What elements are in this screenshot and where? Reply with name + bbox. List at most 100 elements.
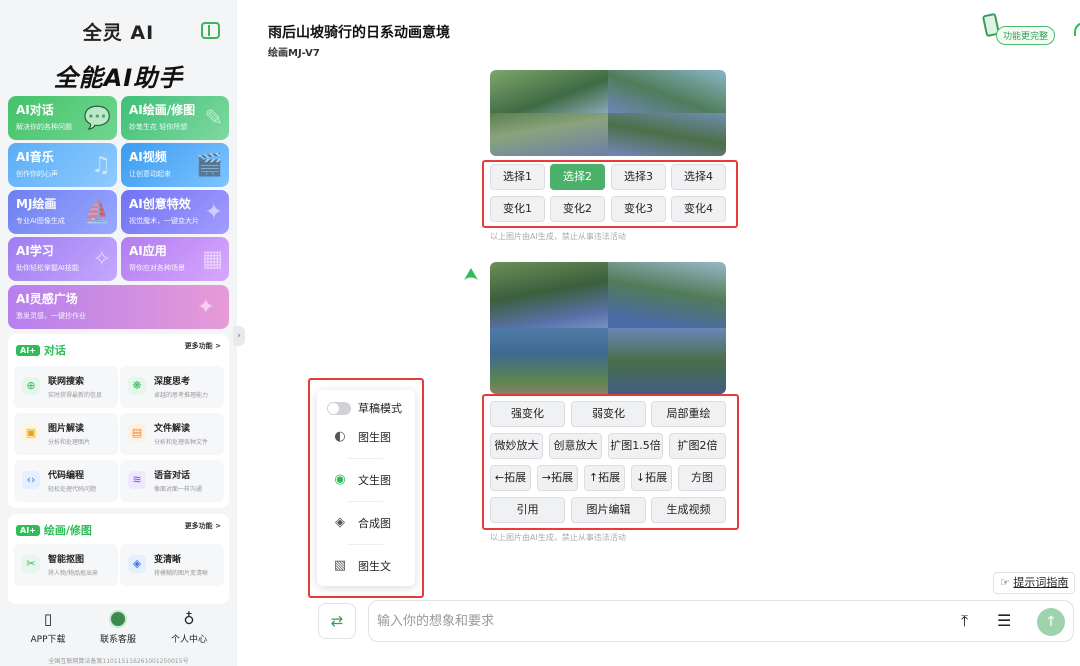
feature-title: 深度思考 bbox=[154, 377, 191, 387]
variation-2-button[interactable]: 变化2 bbox=[550, 196, 605, 222]
card-ai-learning[interactable]: AI学习 助你轻松掌握AI技能 ✧ bbox=[8, 237, 117, 281]
globe-icon: ⊕ bbox=[22, 377, 40, 395]
feature-subtitle: 分析和处理图片 bbox=[48, 439, 91, 446]
full-features-badge[interactable]: 功能更完整 bbox=[978, 12, 1056, 45]
ai-plus-tag: AI+ bbox=[16, 524, 40, 536]
toggle-switch[interactable] bbox=[327, 401, 351, 415]
layers-icon: ◈ bbox=[335, 515, 345, 530]
select-1-button[interactable]: 选择1 bbox=[490, 164, 545, 190]
image-tile[interactable] bbox=[608, 70, 726, 113]
feature-web-search[interactable]: ⊕ 联网搜索 实时获得最新的信息 bbox=[14, 366, 118, 408]
pan-right-button[interactable]: →拓展 bbox=[537, 465, 578, 491]
apps-grid-icon: ▦ bbox=[202, 247, 223, 272]
feature-image-reading[interactable]: ▣ 图片解读 分析和处理图片 bbox=[14, 413, 118, 455]
image-tile[interactable] bbox=[608, 262, 726, 328]
card-ai-music[interactable]: AI音乐 创作你的心声 ♫ bbox=[8, 143, 117, 187]
send-button[interactable]: ↑ bbox=[1037, 608, 1065, 636]
image-grid-2[interactable] bbox=[490, 262, 726, 394]
mode-image-to-image[interactable]: ◐ 图生图 bbox=[331, 428, 391, 446]
chat-title: 雨后山坡骑行的日系动画意境 bbox=[268, 25, 450, 41]
card-ai-inspiration[interactable]: AI灵感广场 激发灵感，一键抄作业 ✦ bbox=[8, 285, 229, 329]
brain-icon: ❋ bbox=[128, 377, 146, 395]
feature-smart-cutout[interactable]: ✂ 智能抠图 将人物/物品抠出来 bbox=[14, 544, 118, 586]
variation-4-button[interactable]: 变化4 bbox=[671, 196, 726, 222]
upload-icon[interactable]: ⤒ bbox=[961, 611, 968, 631]
mode-image-to-text[interactable]: ▧ 图生文 bbox=[331, 557, 391, 575]
image-edit-button[interactable]: 图片编辑 bbox=[571, 497, 646, 523]
outpaint-1-5x-button[interactable]: 扩图1.5倍 bbox=[608, 433, 663, 459]
mode-label: 文生图 bbox=[358, 474, 391, 487]
sailboat-icon: ⛵ bbox=[83, 200, 111, 225]
pan-down-button[interactable]: ↓拓展 bbox=[631, 465, 672, 491]
prompt-guide-label: 提示词指南 bbox=[1013, 576, 1069, 589]
select-4-button[interactable]: 选择4 bbox=[671, 164, 726, 190]
variation-1-button[interactable]: 变化1 bbox=[490, 196, 545, 222]
card-subtitle: 激发灵感，一键抄作业 bbox=[16, 312, 86, 320]
more-features-link[interactable]: 更多功能 > bbox=[185, 521, 221, 531]
creative-upscale-button[interactable]: 创意放大 bbox=[549, 433, 602, 459]
image-tile[interactable] bbox=[490, 328, 608, 394]
prompt-input[interactable] bbox=[377, 610, 937, 632]
feature-coding[interactable]: ‹› 代码编程 轻松处理代码问题 bbox=[14, 460, 118, 502]
card-ai-painting[interactable]: AI绘画/修图 妙笔生花 轻你所想 ✎ bbox=[121, 96, 229, 140]
ai-disclaimer: 以上图片由AI生成，禁止从事违法活动 bbox=[490, 533, 626, 542]
prompt-input-box: ⤒ ☰ ↑ bbox=[368, 600, 1074, 642]
section-header: AI+ 绘画/修图 bbox=[16, 522, 92, 538]
card-ai-apps[interactable]: AI应用 帮你应对各种场景 ▦ bbox=[121, 237, 229, 281]
image-tile[interactable] bbox=[490, 70, 608, 113]
bot-logo-icon bbox=[464, 268, 478, 280]
model-label: 绘画MJ-V7 bbox=[268, 48, 320, 59]
divider bbox=[347, 544, 383, 545]
outpaint-2x-button[interactable]: 扩图2倍 bbox=[669, 433, 726, 459]
square-button[interactable]: 方图 bbox=[678, 465, 726, 491]
feature-file-reading[interactable]: ▤ 文件解读 分析和处理各种文件 bbox=[120, 413, 224, 455]
image-tile[interactable] bbox=[608, 113, 726, 156]
nav-app-download[interactable]: ▯ APP下载 bbox=[13, 610, 83, 645]
chat-area: 雨后山坡骑行的日系动画意境 绘画MJ-V7 功能更完整 选择1 选择2 选择3 … bbox=[237, 0, 1080, 666]
select-3-button[interactable]: 选择3 bbox=[611, 164, 666, 190]
reference-button[interactable]: 引用 bbox=[490, 497, 565, 523]
action-buttons-2: 强变化 弱变化 局部重绘 微妙放大 创意放大 扩图1.5倍 扩图2倍 ←拓展 →… bbox=[482, 394, 739, 530]
image-to-text-icon: ▧ bbox=[333, 558, 347, 573]
select-2-button[interactable]: 选择2 bbox=[550, 164, 605, 190]
pan-up-button[interactable]: ↑拓展 bbox=[584, 465, 625, 491]
prompt-guide-button[interactable]: ☞ 提示词指南 bbox=[993, 572, 1076, 594]
draft-mode-label: 草稿模式 bbox=[358, 402, 402, 415]
feature-deep-thinking[interactable]: ❋ 深度思考 卓越的思考推理能力 bbox=[120, 366, 224, 408]
sidebar-collapse-icon[interactable] bbox=[201, 22, 220, 39]
inpaint-button[interactable]: 局部重绘 bbox=[651, 401, 726, 427]
mode-popup: 草稿模式 ◐ 图生图 ◉ 文生图 ◈ 合成图 ▧ 图生文 bbox=[317, 390, 415, 586]
image-tile[interactable] bbox=[490, 262, 608, 328]
settings-sliders-icon[interactable]: ☰ bbox=[997, 611, 1011, 630]
nav-customer-service[interactable]: 联系客服 bbox=[83, 610, 153, 645]
feature-subtitle: 实时获得最新的信息 bbox=[48, 392, 103, 399]
variation-3-button[interactable]: 变化3 bbox=[611, 196, 666, 222]
feature-title: 代码编程 bbox=[48, 471, 85, 481]
weak-variation-button[interactable]: 弱变化 bbox=[571, 401, 646, 427]
feature-sharpen[interactable]: ◈ 变清晰 将模糊的图片变清晰 bbox=[120, 544, 224, 586]
card-ai-video[interactable]: AI视频 让创意动起来 🎬 bbox=[121, 143, 229, 187]
cutout-icon: ✂ bbox=[22, 555, 40, 573]
card-ai-chat[interactable]: AI对话 解决你的各种问题 💬 bbox=[8, 96, 117, 140]
image-tile[interactable] bbox=[490, 113, 608, 156]
mode-composite-image[interactable]: ◈ 合成图 bbox=[331, 514, 391, 532]
draft-mode-toggle[interactable]: 草稿模式 bbox=[327, 400, 402, 416]
mode-text-to-image[interactable]: ◉ 文生图 bbox=[331, 471, 391, 489]
image-tile[interactable] bbox=[608, 328, 726, 394]
code-icon: ‹› bbox=[22, 471, 40, 489]
feature-title: 智能抠图 bbox=[48, 555, 85, 565]
feature-subtitle: 将人物/物品抠出来 bbox=[48, 570, 99, 577]
generate-video-button[interactable]: 生成视频 bbox=[651, 497, 726, 523]
sidebar: 全灵 AI 全能AI助手 AI对话 解决你的各种问题 💬 AI绘画/修图 妙笔生… bbox=[0, 0, 237, 666]
nav-personal-center[interactable]: ♁ 个人中心 bbox=[154, 610, 224, 645]
subtle-upscale-button[interactable]: 微妙放大 bbox=[490, 433, 543, 459]
card-ai-effects[interactable]: AI创意特效 视觉魔术，一键变大片 ✦ bbox=[121, 190, 229, 234]
more-features-link[interactable]: 更多功能 > bbox=[185, 341, 221, 351]
feature-voice-chat[interactable]: ≋ 语音对话 像面对面一样沟通 bbox=[120, 460, 224, 502]
card-mj-painting[interactable]: MJ绘画 专业AI图像生成 ⛵ bbox=[8, 190, 117, 234]
mode-switch-button[interactable]: ⇄ bbox=[318, 603, 356, 639]
strong-variation-button[interactable]: 强变化 bbox=[490, 401, 565, 427]
divider bbox=[347, 458, 383, 459]
pan-left-button[interactable]: ←拓展 bbox=[490, 465, 531, 491]
image-grid-1[interactable] bbox=[490, 70, 726, 156]
